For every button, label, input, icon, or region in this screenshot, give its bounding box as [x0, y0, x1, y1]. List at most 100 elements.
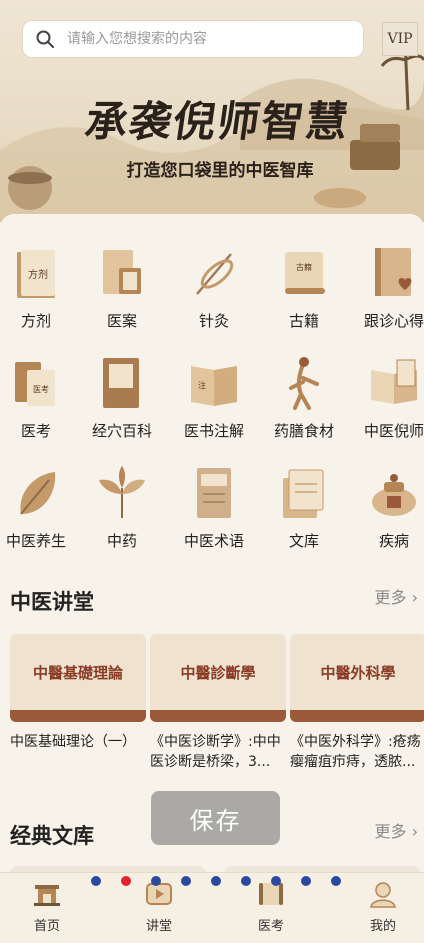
thumb-bar: [290, 710, 424, 722]
library-section-title: 经典文库: [10, 823, 94, 848]
tab-home[interactable]: 首页: [12, 879, 82, 934]
profile-icon: [370, 882, 396, 908]
exam-book-icon: 医考: [15, 362, 55, 406]
library-doc-icon: [283, 469, 324, 518]
leaf-icon: [20, 472, 56, 515]
annotated-book-icon: 注: [191, 366, 237, 406]
medicine-pot-icon: [372, 474, 416, 516]
thumb-title: 中醫外科學: [320, 664, 396, 682]
heart-book-icon: [375, 248, 412, 296]
hero-banner[interactable]: VIP 承袭倪师智慧 打造您口袋里的中医智库: [0, 0, 424, 222]
pager-dot[interactable]: [331, 876, 341, 886]
lecture-more-link[interactable]: 更多 ›: [374, 584, 418, 608]
pager-dot[interactable]: [301, 876, 311, 886]
category-fangji[interactable]: 方剂 方剂: [0, 244, 78, 344]
tab-exam[interactable]: 医考: [236, 879, 306, 934]
lecture-thumbnail: 中醫基礎理論: [10, 634, 146, 722]
tab-profile[interactable]: 我的: [348, 879, 418, 934]
category-label: 医考: [20, 422, 51, 440]
lecture-title: 《中医外科学》:疮疡瘿瘤疽疖痔，透脓...: [290, 734, 421, 770]
lecture-title: 中医基础理论（一）: [10, 734, 136, 750]
lecture-card[interactable]: 中醫診斷學 《中医诊断学》:中中医诊断是桥梁，3...: [150, 634, 286, 772]
pager-dot[interactable]: [241, 876, 251, 886]
open-book-icon: [371, 359, 417, 404]
lecture-card[interactable]: 中醫外科學 《中医外科学》:疮疡瘿瘤疽疖痔，透脓...: [290, 634, 424, 772]
book-yian-icon: [103, 250, 141, 294]
lecture-thumbnail: 中醫診斷學: [150, 634, 286, 722]
thumb-title: 中醫基礎理論: [32, 664, 123, 682]
thumb-title: 中醫診斷學: [180, 664, 256, 682]
banner-title: 承袭倪师智慧: [82, 97, 354, 146]
svg-text:方剂: 方剂: [28, 268, 48, 281]
lecture-thumbnail: 中醫外科學: [290, 634, 424, 722]
category-label: 针灸: [198, 312, 229, 330]
book-fangji-icon: 方剂: [17, 250, 55, 298]
category-shuyu[interactable]: 中医术语: [172, 464, 256, 564]
category-zhongyao[interactable]: 中药: [80, 464, 164, 564]
lecture-list: 中醫基礎理論 中医基础理论（一） 中醫診斷學 《中医诊断学》:中中医诊断是桥梁，…: [10, 634, 424, 784]
category-zhenjiu[interactable]: 针灸: [172, 244, 256, 344]
chevron-right-icon: ›: [411, 822, 418, 841]
library-more-link[interactable]: 更多 ›: [374, 818, 418, 842]
search-icon: [36, 30, 54, 48]
pager-dot[interactable]: [271, 876, 281, 886]
encyclopedia-book-icon: [103, 358, 139, 408]
category-yaoshan[interactable]: 药膳食材: [262, 354, 346, 454]
category-label: 医案: [106, 312, 137, 330]
category-label: 跟诊心得: [363, 312, 424, 330]
more-label: 更多: [374, 588, 407, 607]
chevron-right-icon: ›: [411, 588, 418, 607]
svg-text:注: 注: [198, 380, 206, 390]
tab-label: 医考: [257, 919, 284, 934]
ginseng-icon: [289, 357, 319, 410]
banner-subtitle: 打造您口袋里的中医智库: [126, 161, 314, 181]
home-pavilion-icon: [34, 885, 60, 906]
category-yangsheng[interactable]: 中医养生: [0, 464, 78, 564]
category-label: 经穴百科: [91, 422, 152, 440]
category-label: 医书注解: [183, 422, 244, 440]
category-label: 药膳食材: [273, 422, 334, 440]
tab-label: 讲堂: [145, 919, 172, 934]
category-jingxue[interactable]: 经穴百科: [80, 354, 164, 454]
search-input[interactable]: [65, 30, 349, 48]
lecture-card[interactable]: 中醫基礎理論 中医基础理论（一）: [10, 634, 146, 752]
pager-dots: [91, 876, 341, 886]
pager-dot[interactable]: [211, 876, 221, 886]
scroll-book-icon: 古籍: [285, 252, 325, 294]
category-zhujie[interactable]: 注 医书注解: [172, 354, 256, 454]
acupuncture-needle-icon: [196, 253, 234, 295]
category-wenku[interactable]: 文库: [262, 464, 346, 564]
pager-dot[interactable]: [91, 876, 101, 886]
category-label: 中医养生: [5, 532, 66, 550]
tab-lecture[interactable]: 讲堂: [124, 879, 194, 934]
thumb-bar: [150, 710, 286, 722]
vip-button[interactable]: VIP: [382, 22, 418, 56]
category-label: 中医倪师: [363, 422, 424, 440]
category-label: 中药: [106, 532, 137, 550]
category-label: 疾病: [378, 532, 409, 550]
pager-dot[interactable]: [151, 876, 161, 886]
pager-dot-active[interactable]: [121, 876, 131, 886]
category-label: 文库: [288, 532, 319, 550]
pager-dot[interactable]: [181, 876, 191, 886]
category-jibing[interactable]: 疾病: [352, 464, 424, 564]
thumb-bar: [10, 710, 146, 722]
category-yikao[interactable]: 医考 医考: [0, 354, 78, 454]
lecture-title: 《中医诊断学》:中中医诊断是桥梁，3...: [150, 734, 281, 770]
tab-label: 我的: [369, 919, 396, 934]
terminology-book-icon: [197, 468, 231, 518]
category-yian[interactable]: 医案: [80, 244, 164, 344]
category-label: 中医术语: [183, 532, 244, 550]
search-bar[interactable]: [22, 20, 364, 58]
svg-text:医考: 医考: [33, 385, 49, 394]
herb-icon: [99, 466, 145, 518]
category-label: 古籍: [288, 312, 319, 330]
tab-label: 首页: [33, 919, 60, 934]
category-nishi[interactable]: 中医倪师: [352, 354, 424, 454]
category-label: 方剂: [20, 312, 51, 330]
save-button[interactable]: 保存: [151, 791, 280, 845]
lecture-section-title: 中医讲堂: [10, 589, 94, 614]
more-label: 更多: [374, 822, 407, 841]
category-guji[interactable]: 古籍 古籍: [262, 244, 346, 344]
category-genzhen[interactable]: 跟诊心得: [352, 244, 424, 344]
